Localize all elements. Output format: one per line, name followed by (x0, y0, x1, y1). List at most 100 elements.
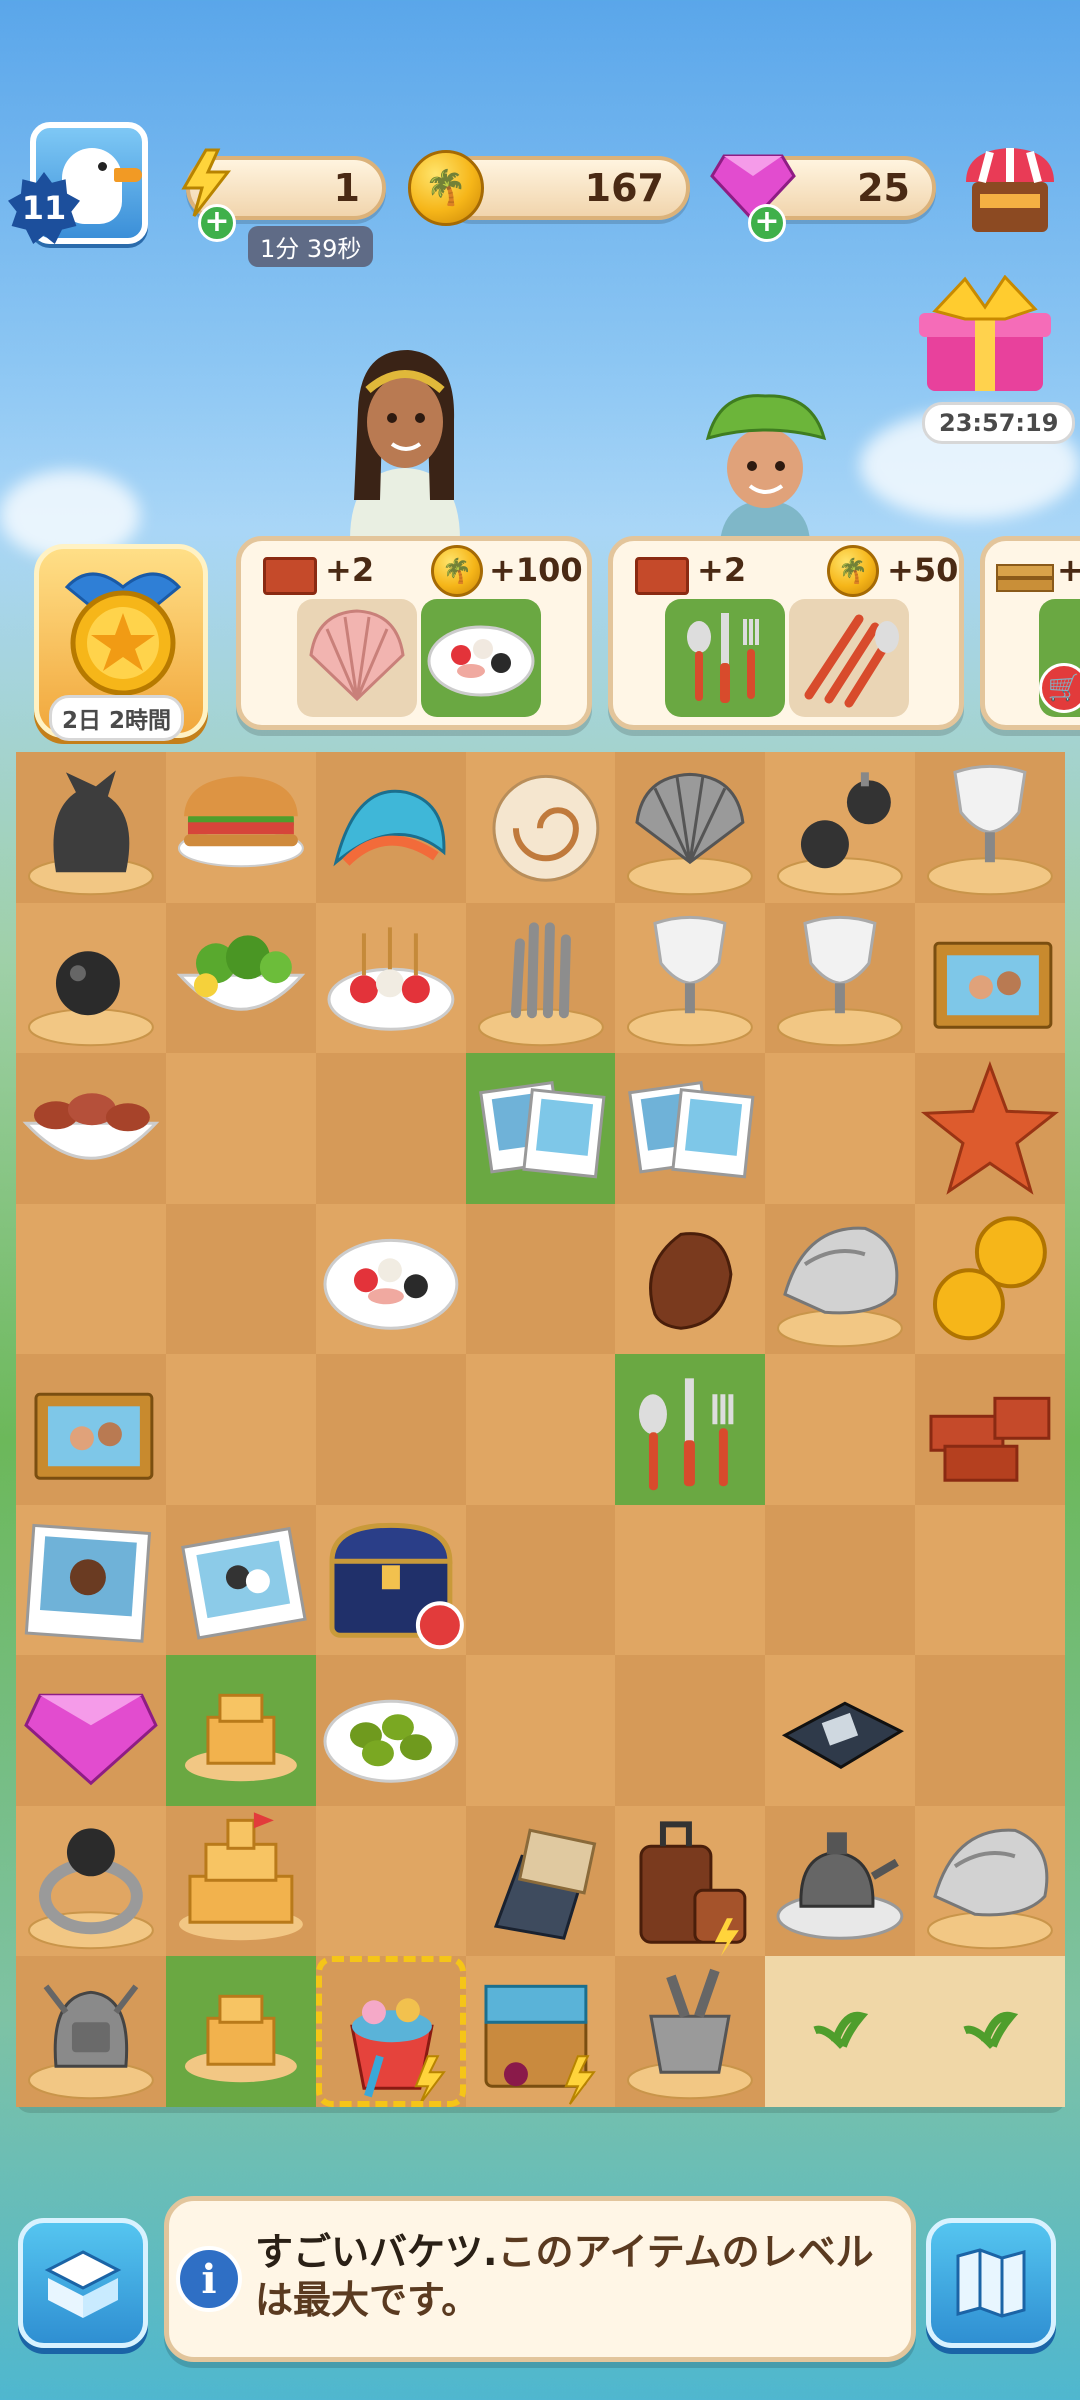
board-cell[interactable] (165, 1956, 316, 2107)
order-1-slot-1 (297, 599, 417, 717)
board-cell[interactable] (615, 1655, 766, 1806)
season-medal-button[interactable]: 2日 2時間 (34, 544, 208, 741)
salad-plate-icon (427, 625, 535, 697)
board-cell[interactable] (165, 1504, 316, 1656)
board-cell[interactable] (315, 1053, 466, 1204)
board-cell[interactable] (465, 1805, 616, 1957)
inventory-button[interactable] (18, 2218, 148, 2348)
board-cell[interactable] (615, 1053, 766, 1204)
board-cell[interactable] (615, 1505, 765, 1656)
board-cell[interactable] (765, 1956, 916, 2107)
board-cell[interactable] (316, 1806, 466, 1957)
order-2-coin-reward: +50 (887, 551, 959, 589)
sand-icon (963, 2012, 1019, 2050)
board-cell[interactable] (915, 1053, 1065, 1204)
board-cell[interactable] (915, 1354, 1065, 1505)
board-cell[interactable] (466, 752, 616, 903)
order-card-2[interactable]: +2 🌴 +50 (608, 536, 964, 730)
order-card-1[interactable]: +2 🌴 +100 (236, 536, 592, 730)
chest-icon (329, 1522, 464, 1649)
map-button[interactable] (926, 2218, 1056, 2348)
board-cell[interactable] (315, 1354, 466, 1505)
board-cell[interactable] (465, 1203, 616, 1355)
woman-character-icon (350, 350, 460, 540)
conch-icon (777, 1226, 904, 1347)
board-cell[interactable] (16, 752, 166, 903)
energy-plus-button[interactable]: + (198, 204, 236, 242)
board-cell[interactable] (765, 1203, 916, 1355)
board-cell[interactable] (16, 1505, 166, 1656)
board-cell[interactable] (165, 902, 316, 1054)
info-icon[interactable]: i (176, 2246, 242, 2312)
coin-value: 167 (584, 166, 664, 210)
board-cell[interactable] (16, 1354, 166, 1505)
shop-button[interactable] (962, 142, 1058, 238)
order-2-brick-reward: +2 (697, 551, 747, 589)
board-cell[interactable] (315, 1655, 466, 1806)
board-cell[interactable] (915, 752, 1065, 903)
board-cell[interactable] (166, 752, 316, 903)
board-cell[interactable] (465, 1053, 616, 1204)
board-cell[interactable] (165, 1203, 316, 1355)
event-timer: 23:57:19 (922, 402, 1076, 444)
board-cell[interactable] (615, 1204, 765, 1355)
board-cell[interactable] (765, 1805, 916, 1957)
board-cell[interactable] (465, 1504, 616, 1656)
gem-plus-button[interactable]: + (748, 204, 786, 242)
board-cell[interactable] (915, 1956, 1065, 2107)
board-cell[interactable] (915, 1204, 1065, 1355)
board-cell[interactable] (765, 1354, 915, 1505)
board-cell[interactable] (466, 1354, 616, 1505)
photo-frame-icon (34, 1393, 154, 1480)
sandwich-icon (177, 776, 304, 868)
photo-icon (24, 1523, 152, 1643)
board-cell[interactable] (16, 1204, 166, 1355)
board-cell[interactable] (316, 1505, 466, 1656)
board-cell[interactable] (915, 903, 1065, 1054)
salad-bowl-icon (176, 934, 306, 1011)
board-cell[interactable] (765, 902, 916, 1054)
board-cell[interactable] (16, 1053, 166, 1204)
board-cell[interactable] (465, 902, 616, 1054)
board-cell[interactable] (315, 1956, 466, 2107)
board-cell[interactable] (466, 1956, 616, 2107)
board-cell[interactable] (316, 1204, 466, 1355)
board-cell[interactable] (166, 1354, 316, 1505)
brick-icon (263, 557, 317, 595)
order-card-3[interactable]: + 🛒 (980, 536, 1080, 730)
board-cell[interactable] (16, 1806, 166, 1957)
brick-icon (635, 557, 689, 595)
board-cell[interactable] (166, 1053, 316, 1204)
board-cell[interactable] (765, 1053, 915, 1204)
cutlery-set-icon (804, 614, 899, 708)
clam-shell-icon (627, 772, 754, 896)
board-cell[interactable] (16, 1956, 166, 2107)
photos-icon (478, 1081, 606, 1179)
board-cell[interactable] (915, 1806, 1065, 1957)
board-cell[interactable] (765, 1504, 916, 1656)
palm-coin-icon: 🌴 (408, 150, 484, 226)
market-stall-icon (966, 148, 1054, 232)
order-3-reward: + (1057, 551, 1080, 589)
board-cell[interactable] (615, 1354, 766, 1505)
gem-value: 25 (857, 166, 910, 210)
board-cell[interactable] (765, 752, 915, 903)
board-cell[interactable] (915, 1505, 1065, 1656)
board-cell[interactable] (316, 903, 466, 1054)
event-gift-button[interactable] (905, 274, 1065, 405)
board-cell[interactable] (615, 752, 766, 903)
board-cell[interactable] (16, 903, 166, 1054)
board-cell[interactable] (615, 903, 765, 1054)
board-cell[interactable] (765, 1655, 915, 1806)
board-cell[interactable] (165, 1805, 316, 1957)
board-cell[interactable] (165, 1655, 316, 1806)
board-cell[interactable] (615, 1956, 766, 2107)
board-cell[interactable] (315, 752, 466, 903)
board-cell[interactable] (466, 1655, 616, 1806)
board-cell[interactable] (915, 1655, 1065, 1806)
gem-icon (24, 1694, 158, 1786)
bust-icon (627, 915, 754, 1046)
board-cell[interactable] (615, 1806, 765, 1957)
board-cell[interactable] (16, 1655, 166, 1806)
sandcastle-small-icon (184, 1995, 297, 2083)
